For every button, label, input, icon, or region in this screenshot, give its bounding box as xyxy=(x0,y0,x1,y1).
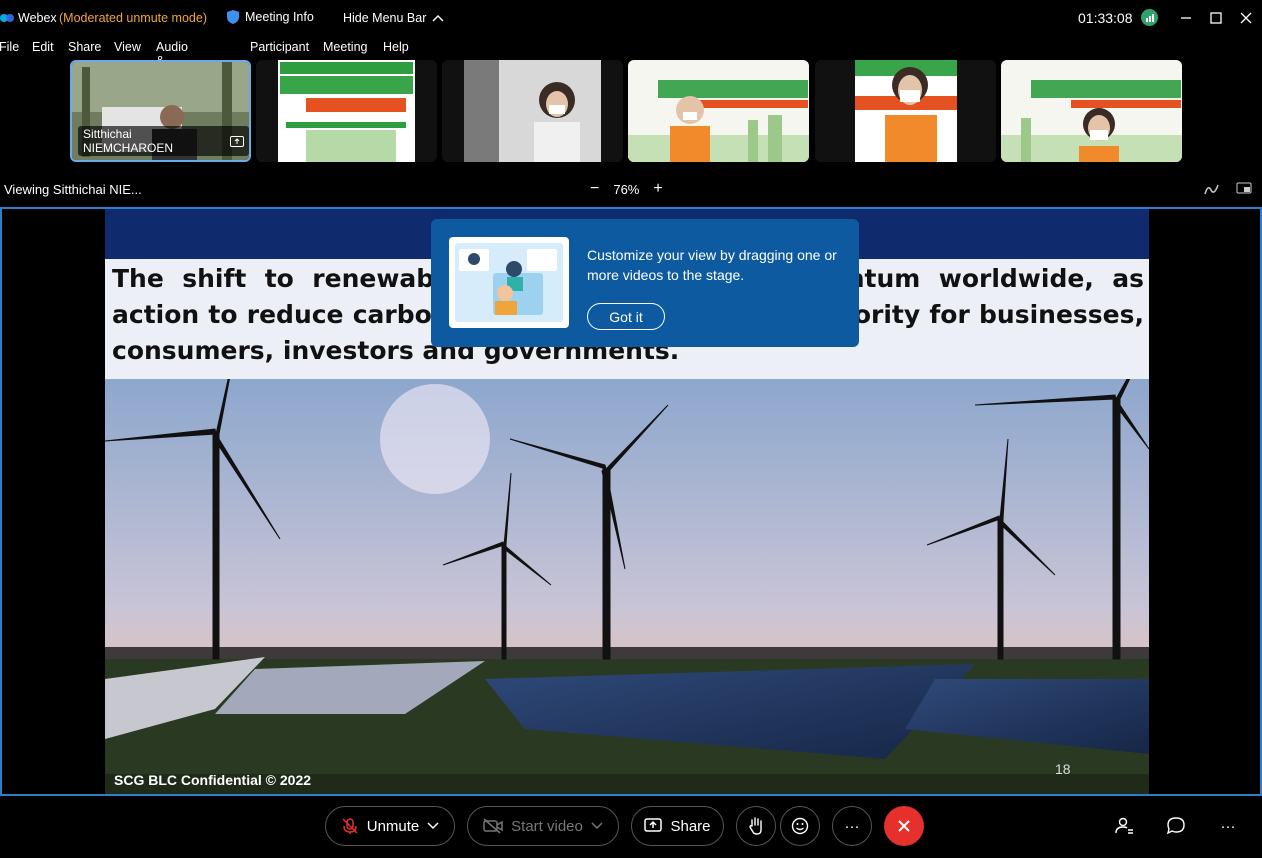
slide-page-number: 18 xyxy=(1055,761,1071,777)
screen-share-icon xyxy=(230,135,244,147)
zoom-controls: − 76% + xyxy=(590,180,663,198)
meeting-info-label: Meeting Info xyxy=(245,10,314,24)
zoom-in-button[interactable]: + xyxy=(653,180,662,198)
menu-file[interactable]: File xyxy=(0,40,19,54)
video-off-icon xyxy=(483,818,503,834)
participant-video xyxy=(628,60,809,162)
zoom-out-button[interactable]: − xyxy=(590,180,599,198)
more-options-label: ··· xyxy=(844,817,860,835)
menu-edit[interactable]: Edit xyxy=(32,40,54,54)
close-icon[interactable] xyxy=(1236,8,1256,28)
more-options-button[interactable]: ··· xyxy=(832,806,872,846)
raise-hand-button[interactable] xyxy=(736,806,776,846)
shield-icon xyxy=(227,10,239,24)
chevron-down-icon[interactable] xyxy=(427,822,439,830)
close-x-icon xyxy=(898,820,910,832)
video-tile-active-speaker[interactable]: Sitthichai NIEMCHAROEN xyxy=(70,60,251,162)
zoom-level: 76% xyxy=(613,181,640,197)
minimize-icon[interactable] xyxy=(1176,8,1196,28)
network-signal-icon[interactable] xyxy=(1141,9,1158,26)
hide-menu-label: Hide Menu Bar xyxy=(343,11,427,25)
tooltip-message: Customize your view by dragging one or m… xyxy=(587,247,837,283)
unmute-mode-label: (Moderated unmute mode) xyxy=(59,11,207,25)
start-video-label: Start video xyxy=(511,817,583,835)
customize-view-tooltip: Customize your view by dragging one or m… xyxy=(431,219,859,347)
menu-view[interactable]: View xyxy=(114,40,141,54)
menu-help[interactable]: Help xyxy=(383,40,409,54)
menu-participant[interactable]: Participant xyxy=(250,40,309,54)
participant-video xyxy=(1001,60,1182,162)
participant-video xyxy=(256,60,437,162)
meeting-timer: 01:33:08 xyxy=(1078,10,1133,26)
webex-logo-icon xyxy=(0,14,14,22)
title-bar: Webex (Moderated unmute mode) Meeting In… xyxy=(0,0,1262,36)
more-panels-button[interactable]: ··· xyxy=(1216,814,1240,838)
annotate-icon[interactable] xyxy=(1204,182,1220,196)
slide-footer: SCG BLC Confidential © 2022 xyxy=(114,772,312,788)
leave-meeting-button[interactable] xyxy=(884,806,924,846)
chat-bubble-icon xyxy=(1166,817,1185,835)
tooltip-illustration xyxy=(449,237,569,328)
share-button[interactable]: Share xyxy=(631,806,724,846)
wind-turbines-solar-panels-image xyxy=(105,379,1149,794)
chat-button[interactable] xyxy=(1164,814,1188,838)
video-tile-6[interactable] xyxy=(1001,60,1182,162)
participant-video xyxy=(442,60,623,162)
menu-share[interactable]: Share xyxy=(68,40,101,54)
chevron-up-icon xyxy=(432,14,444,22)
chevron-down-icon[interactable] xyxy=(591,822,603,830)
video-tile-5[interactable] xyxy=(815,60,996,162)
video-tile-4[interactable] xyxy=(628,60,809,162)
participants-button[interactable] xyxy=(1112,814,1136,838)
hide-menu-bar-button[interactable]: Hide Menu Bar xyxy=(343,11,444,25)
muted-microphone-icon xyxy=(342,818,358,834)
unmute-button[interactable]: Unmute xyxy=(325,806,455,846)
maximize-icon[interactable] xyxy=(1206,8,1226,28)
meeting-info-button[interactable]: Meeting Info xyxy=(227,10,314,24)
video-tile-3[interactable] xyxy=(442,60,623,162)
video-tile-2[interactable] xyxy=(256,60,437,162)
share-label: Share xyxy=(670,817,711,835)
pop-out-icon[interactable] xyxy=(1236,182,1252,196)
participants-icon xyxy=(1115,817,1133,834)
unmute-label: Unmute xyxy=(366,817,420,835)
smiley-icon xyxy=(791,817,809,835)
app-name: Webex xyxy=(18,11,57,25)
participant-video xyxy=(815,60,996,162)
participant-name-label: Sitthichai NIEMCHAROEN xyxy=(78,126,249,156)
viewing-label: Viewing Sitthichai NIE... xyxy=(4,182,142,197)
got-it-button[interactable]: Got it xyxy=(587,303,665,330)
share-screen-icon xyxy=(644,818,663,832)
reactions-button[interactable] xyxy=(780,806,820,846)
raise-hand-icon xyxy=(749,817,762,835)
menu-meeting[interactable]: Meeting xyxy=(323,40,367,54)
start-video-button[interactable]: Start video xyxy=(467,806,619,846)
